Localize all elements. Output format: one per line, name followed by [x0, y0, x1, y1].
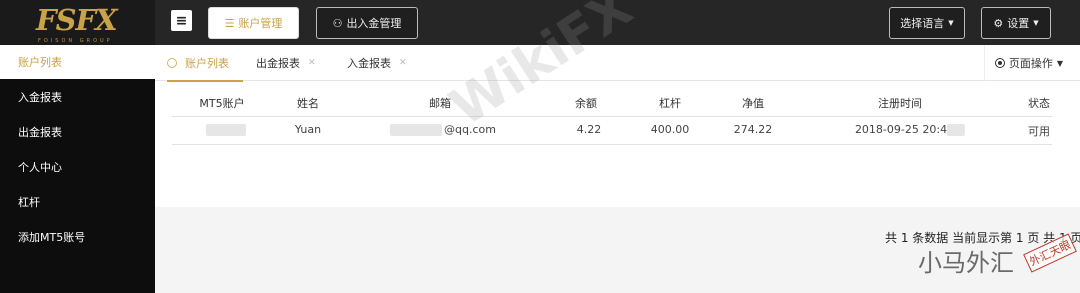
cell-equity: 274.22	[733, 123, 773, 136]
redacted-value	[947, 124, 966, 136]
list-icon: ☰	[224, 16, 235, 30]
cell-mt5-account[interactable]	[206, 123, 246, 136]
sidebar-item-label: 账户列表	[18, 56, 62, 69]
column-header-name: 姓名	[297, 97, 319, 110]
sidebar-item-account-list[interactable]: 账户列表	[0, 45, 155, 79]
cell-name: Yuan	[294, 123, 322, 136]
close-icon[interactable]: ✕	[308, 58, 316, 68]
redacted-value	[390, 124, 443, 136]
sidebar-item-label: 添加MT5账号	[18, 231, 86, 244]
page-operations-dropdown[interactable]: 页面操作 ▼	[983, 45, 1063, 81]
settings-button[interactable]: ⚙ 设置 ▼	[981, 7, 1051, 39]
funds-management-label: 出入金管理	[346, 17, 402, 30]
sidebar-item-label: 出金报表	[18, 126, 62, 139]
people-icon: ⚇	[332, 16, 343, 30]
tab-label: 入金报表	[347, 57, 391, 70]
funds-management-button[interactable]: ⚇ 出入金管理	[316, 7, 418, 39]
cell-status: 可用	[1028, 125, 1050, 138]
column-header-equity: 净值	[742, 97, 764, 110]
column-header-leverage: 杠杆	[659, 97, 681, 110]
row-divider	[172, 144, 1052, 145]
settings-label: 设置	[1007, 17, 1030, 30]
menu-icon: ≡	[175, 12, 188, 29]
account-table: MT5账户 姓名 邮箱 余额 杠杆 净值 注册时间 状态 Yuan @qq.co…	[155, 82, 1080, 207]
header-divider	[172, 116, 1052, 117]
column-header-registered: 注册时间	[878, 97, 922, 110]
watermark-tag: 小马外汇	[918, 249, 1014, 277]
radio-icon	[994, 58, 1005, 68]
sidebar: 账户列表 入金报表 出金报表 个人中心 杠杆 添加MT5账号	[0, 45, 155, 293]
sidebar-item-label: 入金报表	[18, 91, 62, 104]
tab-deposit-report[interactable]: 入金报表 ✕	[347, 45, 407, 81]
gear-icon: ⚙	[993, 16, 1004, 30]
cell-balance: 4.22	[576, 123, 602, 136]
caret-down-icon: ▼	[948, 19, 954, 27]
account-management-label: 账户管理	[238, 17, 283, 30]
brand-logo[interactable]: FSFX FOISON GROUP	[0, 0, 155, 45]
page-operations-label: 页面操作	[1008, 57, 1053, 70]
redacted-value	[206, 124, 246, 136]
sidebar-item-withdrawal-report[interactable]: 出金报表	[0, 115, 155, 149]
sidebar-item-deposit-report[interactable]: 入金报表	[0, 80, 155, 114]
caret-down-icon: ▼	[1033, 19, 1039, 27]
column-header-balance: 余额	[575, 97, 597, 110]
caret-down-icon: ▼	[1056, 58, 1063, 68]
sidebar-item-leverage[interactable]: 杠杆	[0, 185, 155, 219]
tab-withdrawal-report[interactable]: 出金报表 ✕	[256, 45, 316, 81]
tab-bar: 账户列表 出金报表 ✕ 入金报表 ✕ 页面操作 ▼	[155, 45, 1080, 82]
sidebar-item-label: 杠杆	[18, 196, 40, 209]
sidebar-item-personal-center[interactable]: 个人中心	[0, 150, 155, 184]
logo-subtext: FOISON GROUP	[38, 38, 113, 44]
cell-leverage: 400.00	[650, 123, 690, 136]
language-select-label: 选择语言	[900, 17, 945, 30]
close-icon[interactable]: ✕	[399, 58, 407, 68]
sidebar-item-label: 个人中心	[18, 161, 62, 174]
tab-label: 账户列表	[185, 57, 229, 70]
column-header-status: 状态	[1028, 97, 1050, 110]
menu-toggle-button[interactable]: ≡	[171, 10, 192, 31]
sidebar-item-add-mt5-account[interactable]: 添加MT5账号	[0, 220, 155, 254]
cell-registered: 2018-09-25 20:4	[855, 123, 966, 136]
logo-text: FSFX	[36, 3, 118, 37]
tab-account-list[interactable]: 账户列表	[167, 45, 243, 82]
column-header-mt5-account: MT5账户	[199, 97, 245, 110]
circle-icon	[167, 58, 177, 68]
tab-label: 出金报表	[256, 57, 300, 70]
language-select-button[interactable]: 选择语言 ▼	[889, 7, 965, 39]
account-management-button[interactable]: ☰ 账户管理	[208, 7, 299, 39]
